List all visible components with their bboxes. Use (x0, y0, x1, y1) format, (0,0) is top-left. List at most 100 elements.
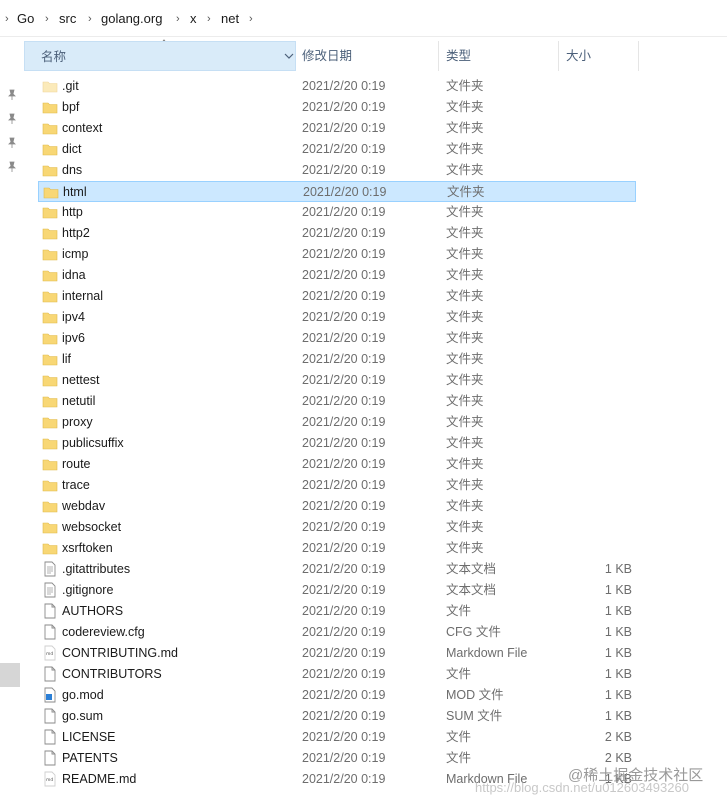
file-row-gitignore[interactable]: .gitignore 2021/2/20 0:19 文本文档 1 KB (38, 580, 636, 601)
file-name: dns (62, 163, 83, 177)
file-date: 2021/2/20 0:19 (302, 352, 386, 366)
column-header-size-label: 大小 (566, 49, 592, 63)
file-name: http2 (62, 226, 90, 240)
file-row-idna[interactable]: idna 2021/2/20 0:19 文件夹 (38, 265, 636, 286)
file-row-git[interactable]: .git 2021/2/20 0:19 文件夹 (38, 76, 636, 97)
file-row-http2[interactable]: http2 2021/2/20 0:19 文件夹 (38, 223, 636, 244)
chevron-right-icon[interactable]: › (176, 0, 180, 36)
folder-icon (42, 351, 58, 367)
file-date: 2021/2/20 0:19 (302, 373, 386, 387)
breadcrumb-src[interactable]: src (59, 0, 76, 36)
file-name: nettest (62, 373, 100, 387)
file-row-lif[interactable]: lif 2021/2/20 0:19 文件夹 (38, 349, 636, 370)
file-row-netutil[interactable]: netutil 2021/2/20 0:19 文件夹 (38, 391, 636, 412)
pin-icon[interactable] (6, 161, 18, 173)
file-name: ipv6 (62, 331, 85, 345)
file-row-contributors[interactable]: CONTRIBUTORS 2021/2/20 0:19 文件 1 KB (38, 664, 636, 685)
file-row-context[interactable]: context 2021/2/20 0:19 文件夹 (38, 118, 636, 139)
file-date: 2021/2/20 0:19 (302, 709, 386, 723)
file-date: 2021/2/20 0:19 (302, 100, 386, 114)
file-row-dict[interactable]: dict 2021/2/20 0:19 文件夹 (38, 139, 636, 160)
chevron-right-icon[interactable]: › (45, 0, 49, 36)
watermark-url: https://blog.csdn.net/u012603493260 (475, 780, 689, 795)
chevron-right-icon[interactable]: › (249, 0, 253, 36)
file-row-go-mod[interactable]: go.mod 2021/2/20 0:19 MOD 文件 1 KB (38, 685, 636, 706)
file-row-icmp[interactable]: icmp 2021/2/20 0:19 文件夹 (38, 244, 636, 265)
text-document-icon (42, 561, 58, 577)
breadcrumb-go[interactable]: Go (17, 0, 34, 36)
column-divider[interactable] (638, 41, 639, 71)
file-row-patents[interactable]: PATENTS 2021/2/20 0:19 文件 2 KB (38, 748, 636, 769)
column-header-size[interactable]: 大小 (550, 41, 638, 71)
file-row-http[interactable]: http 2021/2/20 0:19 文件夹 (38, 202, 636, 223)
pin-icon[interactable] (6, 137, 18, 149)
file-row-nettest[interactable]: nettest 2021/2/20 0:19 文件夹 (38, 370, 636, 391)
folder-icon (42, 519, 58, 535)
file-row-ipv6[interactable]: ipv6 2021/2/20 0:19 文件夹 (38, 328, 636, 349)
folder-icon (42, 330, 58, 346)
file-row-dns[interactable]: dns 2021/2/20 0:19 文件夹 (38, 160, 636, 181)
file-name: idna (62, 268, 86, 282)
column-header-date-label: 修改日期 (302, 49, 353, 63)
file-icon (42, 603, 58, 619)
file-date: 2021/2/20 0:19 (302, 394, 386, 408)
file-icon (42, 750, 58, 766)
file-row-proxy[interactable]: proxy 2021/2/20 0:19 文件夹 (38, 412, 636, 433)
address-bar[interactable]: › Go › src › golang.org › x › net › (0, 0, 727, 37)
file-row-trace[interactable]: trace 2021/2/20 0:19 文件夹 (38, 475, 636, 496)
file-type: Markdown File (446, 646, 528, 660)
file-date: 2021/2/20 0:19 (302, 163, 386, 177)
file-date: 2021/2/20 0:19 (302, 625, 386, 639)
file-type: 文件夹 (446, 100, 484, 114)
file-row-authors[interactable]: AUTHORS 2021/2/20 0:19 文件 1 KB (38, 601, 636, 622)
file-row-bpf[interactable]: bpf 2021/2/20 0:19 文件夹 (38, 97, 636, 118)
file-row-contributing-md[interactable]: md CONTRIBUTING.md 2021/2/20 0:19 Markdown … (38, 643, 636, 664)
file-row-go-sum[interactable]: go.sum 2021/2/20 0:19 SUM 文件 1 KB (38, 706, 636, 727)
file-icon (42, 708, 58, 724)
file-name: CONTRIBUTING.md (62, 646, 178, 660)
chevron-right-icon[interactable]: › (88, 0, 92, 36)
file-type: 文件夹 (447, 185, 485, 199)
file-type: 文本文档 (446, 562, 497, 576)
file-row-html[interactable]: html 2021/2/20 0:19 文件夹 (38, 181, 636, 202)
pin-icon[interactable] (6, 89, 18, 101)
navigation-pane (0, 37, 24, 805)
file-row-webdav[interactable]: webdav 2021/2/20 0:19 文件夹 (38, 496, 636, 517)
file-name: lif (62, 352, 72, 366)
file-row-xsrftoken[interactable]: xsrftoken 2021/2/20 0:19 文件夹 (38, 538, 636, 559)
folder-icon (42, 456, 58, 472)
file-type: 文件夹 (446, 247, 484, 261)
column-header-type[interactable]: 类型 (430, 41, 558, 71)
chevron-right-icon[interactable]: › (5, 0, 9, 36)
file-name: go.sum (62, 709, 103, 723)
file-size: 1 KB (604, 604, 632, 618)
file-row-internal[interactable]: internal 2021/2/20 0:19 文件夹 (38, 286, 636, 307)
file-name: websocket (62, 520, 122, 534)
file-name: CONTRIBUTORS (62, 667, 162, 681)
nav-scroll-indicator[interactable] (0, 663, 20, 687)
file-row-ipv4[interactable]: ipv4 2021/2/20 0:19 文件夹 (38, 307, 636, 328)
file-row-route[interactable]: route 2021/2/20 0:19 文件夹 (38, 454, 636, 475)
file-row-websocket[interactable]: websocket 2021/2/20 0:19 文件夹 (38, 517, 636, 538)
pin-icon[interactable] (6, 113, 18, 125)
column-header-date[interactable]: 修改日期 (286, 41, 438, 71)
breadcrumb-net[interactable]: net (221, 0, 239, 36)
file-row-gitattributes[interactable]: .gitattributes 2021/2/20 0:19 文本文档 1 KB (38, 559, 636, 580)
breadcrumb-golang-org[interactable]: golang.org (101, 0, 162, 36)
file-date: 2021/2/20 0:19 (302, 436, 386, 450)
file-type: 文件夹 (446, 541, 484, 555)
column-header-name[interactable]: 名称 (24, 41, 296, 71)
file-type: 文件夹 (446, 478, 484, 492)
file-type: 文件夹 (446, 499, 484, 513)
folder-icon (42, 393, 58, 409)
file-name: xsrftoken (62, 541, 113, 555)
breadcrumb-x[interactable]: x (190, 0, 197, 36)
file-row-license[interactable]: LICENSE 2021/2/20 0:19 文件 2 KB (38, 727, 636, 748)
file-date: 2021/2/20 0:19 (302, 226, 386, 240)
file-row-codereview-cfg[interactable]: codereview.cfg 2021/2/20 0:19 CFG 文件 1 KB (38, 622, 636, 643)
file-type: 文件 (446, 730, 472, 744)
file-date: 2021/2/20 0:19 (302, 562, 386, 576)
folder-icon (42, 246, 58, 262)
file-row-publicsuffix[interactable]: publicsuffix 2021/2/20 0:19 文件夹 (38, 433, 636, 454)
chevron-right-icon[interactable]: › (207, 0, 211, 36)
